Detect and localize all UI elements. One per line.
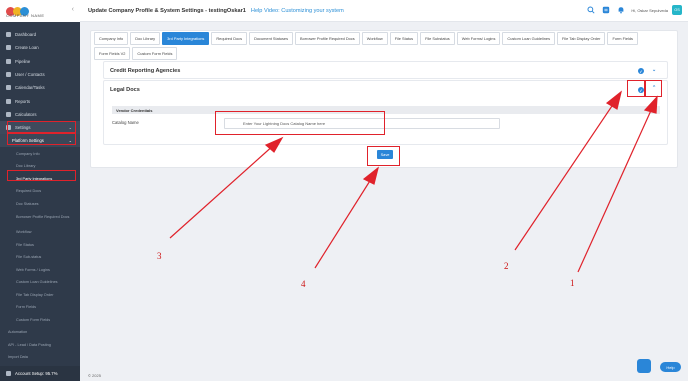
calculator-icon xyxy=(6,111,11,117)
settings-tabs: Company Info Doc Library 3rd Party Integ… xyxy=(94,32,654,62)
sidebar: COMPANY NAME ‹ Dashboard Create Loan Pip… xyxy=(0,0,80,381)
sub-item-borrower-profile-docs[interactable]: Borrower Profile Required Docs xyxy=(0,210,80,226)
annotation-box-settings xyxy=(7,121,76,133)
sidebar-item-label: Reports xyxy=(15,98,31,104)
task-icon[interactable] xyxy=(602,6,610,14)
tab-borrower-profile-docs[interactable]: Borrower Profile Required Docs xyxy=(295,32,360,45)
panel-credit-title: Credit Reporting Agencies xyxy=(110,68,181,74)
sub-item-file-sub-status[interactable]: File Sub-status xyxy=(0,251,80,264)
panel-credit-reporting: Credit Reporting Agencies ✓ ⌄ xyxy=(103,61,668,79)
sub-item-web-forms[interactable]: Web Forms / Logins xyxy=(0,263,80,276)
panel-legal-title: Legal Docs xyxy=(110,87,140,93)
sidebar-item-calendar[interactable]: Calendar/Tasks xyxy=(0,81,80,94)
panel-legal-docs: Legal Docs ✓ ⌃ Vendor Credentials Catalo… xyxy=(103,80,668,145)
sidebar-item-label: Calendar/Tasks xyxy=(15,85,45,91)
sidebar-item-label: Create Loan xyxy=(15,45,39,51)
tab-custom-form-fields[interactable]: Custom Form Fields xyxy=(132,47,178,60)
annotation-box-platform-settings xyxy=(7,133,76,145)
help-video-link[interactable]: Help Video: Customizing your system xyxy=(251,8,344,14)
tab-custom-loan-guidelines[interactable]: Custom Loan Guidelines xyxy=(502,32,556,45)
panel-legal-head[interactable]: Legal Docs ✓ ⌃ xyxy=(104,81,667,99)
logo-text: COMPANY NAME xyxy=(6,13,45,18)
check-circle-icon[interactable]: ✓ xyxy=(638,68,644,74)
search-icon[interactable] xyxy=(587,6,595,14)
sub-item-company-info[interactable]: Company Info xyxy=(0,147,80,160)
annotation-box-chevron xyxy=(645,80,662,97)
sidebar-item-contacts[interactable]: User / Contacts xyxy=(0,68,80,81)
collapse-sidebar-icon[interactable]: ‹ xyxy=(72,6,74,13)
tab-file-substatus[interactable]: File Substatus xyxy=(420,32,455,45)
sub-item-custom-loan-guidelines[interactable]: Custom Loan Guidelines xyxy=(0,276,80,289)
tab-workflow[interactable]: Workflow xyxy=(361,32,388,45)
sub-item-file-tab-display-order[interactable]: File Tab Display Order xyxy=(0,288,80,301)
annotation-box-3rd-party xyxy=(7,170,76,181)
user-name[interactable]: Hi, Oskar Sepulveda xyxy=(631,8,668,13)
account-setup-label: Account Setup: 95.7% xyxy=(15,371,58,376)
reports-icon xyxy=(6,98,11,104)
tab-file-status[interactable]: File Status xyxy=(389,32,419,45)
progress-icon xyxy=(6,371,11,376)
sidebar-item-label: Pipeline xyxy=(15,58,31,64)
sidebar-item-calculators[interactable]: Calculators xyxy=(0,108,80,121)
tab-required-docs[interactable]: Required Docs xyxy=(211,32,248,45)
tab-file-tab-display-order[interactable]: File Tab Display Order xyxy=(557,32,606,45)
chevron-down-icon[interactable]: ⌄ xyxy=(652,67,656,73)
create-loan-icon xyxy=(6,45,11,51)
bell-icon[interactable] xyxy=(617,6,625,14)
tab-3rd-party-integrations[interactable]: 3rd Party Integrations xyxy=(162,32,210,45)
tab-form-fields[interactable]: Form Fields xyxy=(607,32,638,45)
sidebar-item-label: User / Contacts xyxy=(15,72,45,78)
annotation-box-catalog-input xyxy=(215,111,385,135)
sidebar-item-reports[interactable]: Reports xyxy=(0,94,80,107)
sub-item-required-docs[interactable]: Required Docs xyxy=(0,185,80,198)
footer-copyright: © 2025 xyxy=(88,373,101,378)
annotation-number-3: 3 xyxy=(157,251,162,261)
tab-company-info[interactable]: Company Info xyxy=(94,32,129,45)
calendar-icon xyxy=(6,85,11,91)
company-logo[interactable]: COMPANY NAME ‹ xyxy=(0,0,80,22)
catalog-name-label: Catalog Name xyxy=(112,120,139,125)
sub-item-form-fields[interactable]: Form Fields xyxy=(0,301,80,314)
tab-web-forms[interactable]: Web Forms/ Logins xyxy=(456,32,501,45)
annotation-number-1: 1 xyxy=(570,278,575,288)
sub-item-api-lead-posting[interactable]: API - Lead / Data Posting xyxy=(0,338,80,351)
annotation-box-save xyxy=(367,146,400,166)
tab-document-statuses[interactable]: Document Statuses xyxy=(249,32,294,45)
sub-item-doc-statuses[interactable]: Doc Statuses xyxy=(0,197,80,210)
annotation-number-2: 2 xyxy=(504,261,509,271)
panel-credit-head[interactable]: Credit Reporting Agencies ✓ ⌄ xyxy=(104,62,667,80)
account-setup[interactable]: Account Setup: 95.7% xyxy=(0,366,80,381)
sidebar-item-dashboard[interactable]: Dashboard xyxy=(0,28,80,41)
sub-item-import-data[interactable]: Import Data xyxy=(0,351,80,364)
chat-icon[interactable] xyxy=(637,359,651,373)
pipeline-icon xyxy=(6,58,11,64)
sidebar-item-label: Calculators xyxy=(15,111,37,117)
vendor-credentials-header: Vendor Credentials xyxy=(112,106,660,114)
sub-item-workflow[interactable]: Workflow xyxy=(0,226,80,239)
avatar[interactable]: OS xyxy=(672,5,682,15)
sidebar-item-pipeline[interactable]: Pipeline xyxy=(0,55,80,68)
tab-form-fields-v2[interactable]: Form Fields V2 xyxy=(94,47,131,60)
sub-item-custom-form-fields[interactable]: Custom Form Fields xyxy=(0,313,80,326)
annotation-box-check xyxy=(627,80,645,97)
page-title: Update Company Profile & System Settings… xyxy=(88,7,246,14)
help-button[interactable]: Help xyxy=(660,362,681,372)
dashboard-icon xyxy=(6,32,11,38)
sub-item-automation[interactable]: Automation xyxy=(0,326,80,339)
tab-doc-library[interactable]: Doc Library xyxy=(130,32,161,45)
topbar: Update Company Profile & System Settings… xyxy=(80,0,688,22)
sidebar-item-label: Dashboard xyxy=(15,32,37,38)
sidebar-item-create-loan[interactable]: Create Loan xyxy=(0,41,80,54)
sub-item-file-status[interactable]: File Status xyxy=(0,238,80,251)
annotation-number-4: 4 xyxy=(301,279,306,289)
user-icon xyxy=(6,72,11,78)
